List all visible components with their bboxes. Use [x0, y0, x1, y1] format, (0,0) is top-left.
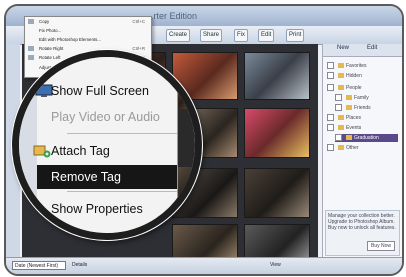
tag-icon [338, 115, 344, 120]
menu-item-edit-with-photoshop[interactable]: Edit with Photoshop Elements... [39, 37, 101, 42]
tag-icon [338, 145, 344, 150]
tag-item[interactable]: Family [335, 94, 369, 102]
menu-item-attach-tag[interactable]: Attach Tag [33, 139, 177, 163]
photo-thumbnail[interactable] [244, 168, 310, 218]
new-tag-button[interactable]: New [337, 45, 349, 51]
tag-checkbox[interactable] [327, 72, 334, 79]
buy-now-button[interactable]: Buy Now [366, 241, 395, 251]
magnifier-callout: Show Full Screen Play Video or Audio Att… [12, 50, 202, 240]
tag-item[interactable]: Favorites [327, 62, 367, 70]
tag-checkbox[interactable] [335, 94, 342, 101]
menu-item-rotate-right[interactable]: Rotate Right [39, 46, 63, 51]
menu-item-copy[interactable]: Copy [39, 19, 49, 24]
tag-checkbox[interactable] [335, 104, 342, 111]
tag-icon [346, 95, 352, 100]
menu-item-play-video[interactable]: Play Video or Audio [37, 105, 177, 129]
context-menu-magnified: Show Full Screen Play Video or Audio Att… [19, 57, 178, 233]
fix-button[interactable]: Fix [234, 29, 248, 42]
tag-checkbox[interactable] [327, 84, 334, 91]
print-button[interactable]: Print [286, 29, 305, 42]
tag-item[interactable]: Friends [335, 104, 371, 112]
tag-checkbox[interactable] [335, 134, 342, 141]
tag-checkbox[interactable] [327, 124, 334, 131]
tags-panel: New Edit Favorites Hidden People Family … [322, 44, 402, 258]
copy-icon [28, 19, 34, 24]
status-bar: Date (Newest First) Details View [6, 257, 402, 274]
tag-item[interactable]: Hidden [327, 72, 362, 80]
details-checkbox[interactable]: Details [72, 262, 87, 268]
menu-item-show-full-screen[interactable]: Show Full Screen [35, 79, 177, 103]
menu-item-fix-photo[interactable]: Fix Photo... [39, 28, 61, 33]
tag-item[interactable]: People [327, 84, 362, 92]
tag-icon [338, 73, 344, 78]
tag-icon [338, 125, 344, 130]
rotate-right-icon [28, 46, 34, 51]
menu-item-show-properties[interactable]: Show Properties [37, 197, 177, 221]
tag-icon [346, 105, 352, 110]
promo-text: Manage your collection better. Upgrade t… [328, 213, 396, 231]
tags-panel-tabs: New Edit [323, 44, 402, 57]
edit-tag-button[interactable]: Edit [367, 45, 377, 51]
tag-checkbox[interactable] [327, 114, 334, 121]
shortcut-label: Ctrl+C [132, 19, 145, 24]
shortcut-label: Ctrl+R [132, 46, 145, 51]
tag-item[interactable]: Events [327, 124, 361, 132]
tag-item[interactable]: Other [327, 144, 359, 152]
photo-thumbnail[interactable] [244, 108, 310, 158]
tag-icon [338, 63, 344, 68]
tag-add-icon [33, 145, 51, 158]
share-button[interactable]: Share [200, 29, 223, 42]
photo-thumbnail[interactable] [244, 52, 310, 100]
menu-separator [67, 133, 177, 134]
edit-button[interactable]: Edit [258, 29, 275, 42]
tag-icon [338, 85, 344, 90]
create-button[interactable]: Create [166, 29, 191, 42]
tag-checkbox[interactable] [327, 62, 334, 69]
tag-item[interactable]: Places [327, 114, 361, 122]
menu-item-remove-tag[interactable]: Remove Tag [37, 165, 177, 189]
upgrade-promo: Manage your collection better. Upgrade t… [325, 210, 400, 256]
view-label: View [270, 262, 281, 268]
menu-separator [67, 191, 177, 192]
window-title: ...rter Edition [146, 11, 198, 21]
sort-order-select[interactable]: Date (Newest First) [12, 261, 66, 270]
tag-icon [346, 135, 352, 140]
tag-item-selected[interactable]: Graduation [335, 134, 398, 142]
tag-checkbox[interactable] [327, 144, 334, 151]
